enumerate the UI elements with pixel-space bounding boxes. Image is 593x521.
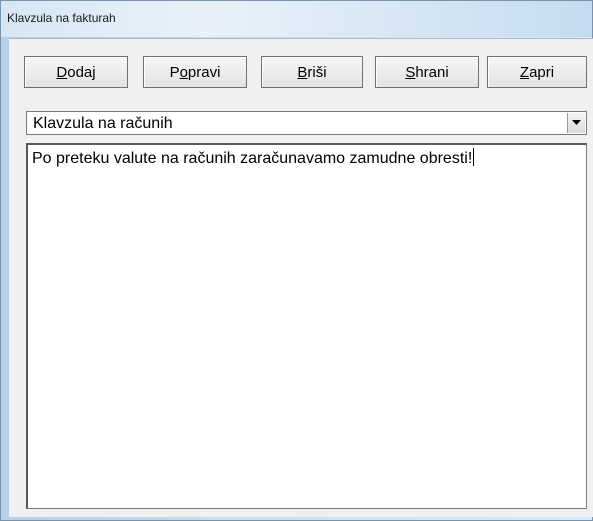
edit-button-label: pravi (187, 63, 221, 81)
save-button[interactable]: Shrani (375, 56, 479, 88)
edit-button-label-pre: P (169, 63, 180, 81)
add-button-mnemonic: D (56, 63, 68, 81)
save-button-label: hrani (415, 63, 449, 81)
edit-button[interactable]: Po pravi (143, 56, 247, 88)
clause-select[interactable]: Klavzula na računih (26, 111, 587, 135)
delete-button[interactable]: Briši (261, 56, 363, 88)
edit-button-mnemonic: o (179, 63, 188, 81)
dropdown-button[interactable] (567, 113, 585, 133)
save-button-mnemonic: S (405, 63, 416, 81)
clause-select-value: Klavzula na računih (33, 115, 173, 132)
text-caret (473, 148, 475, 166)
window-title: Klavzula na fakturah (7, 11, 116, 25)
delete-button-label: riši (307, 63, 327, 81)
clause-text-area[interactable]: Po preteku valute na računih zaračunavam… (26, 143, 587, 509)
delete-button-mnemonic: B (297, 63, 308, 81)
dialog-client-area: Dodaj Po pravi Briši Shrani Zapri Klavzul… (9, 38, 593, 517)
clause-text-content: Po preteku valute na računih zaračunavam… (32, 150, 473, 167)
add-button-label: odaj (67, 63, 96, 81)
dialog-window: Klavzula na fakturah Dodaj Po pravi Briši… (0, 0, 593, 521)
chevron-down-icon (572, 120, 581, 125)
close-button-mnemonic: Z (519, 63, 530, 81)
clause-text-value: Po preteku valute na računih zaračunavam… (32, 148, 475, 168)
close-button[interactable]: Zapri (487, 56, 587, 88)
title-bar[interactable]: Klavzula na fakturah (1, 1, 592, 37)
close-button-label: apri (529, 63, 555, 81)
add-button[interactable]: Dodaj (24, 56, 128, 88)
